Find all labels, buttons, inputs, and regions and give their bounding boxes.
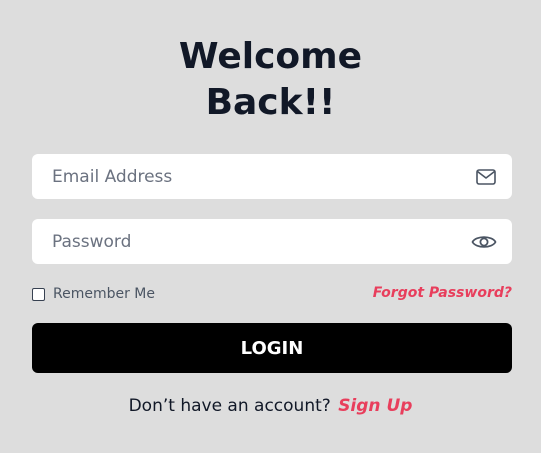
password-input[interactable] [32, 219, 512, 264]
title-line-1: Welcome [178, 36, 363, 77]
email-input[interactable] [32, 154, 512, 199]
login-button[interactable]: LOGIN [32, 323, 512, 373]
signup-prompt: Don’t have an account? [128, 396, 331, 416]
mail-icon [476, 168, 496, 185]
password-field-container [32, 219, 512, 264]
title-line-2: Back!! [205, 82, 336, 123]
sign-up-link[interactable]: Sign Up [338, 396, 412, 416]
eye-icon[interactable] [471, 233, 497, 251]
remember-me[interactable]: Remember Me [32, 284, 155, 304]
remember-label: Remember Me [53, 286, 155, 302]
email-field-container [32, 154, 512, 199]
page-title: Welcome Back!! [0, 34, 541, 126]
options-row: Remember Me Forgot Password? [32, 284, 512, 304]
forgot-password-link[interactable]: Forgot Password? [373, 285, 512, 301]
signup-row: Don’t have an account? Sign Up [0, 396, 541, 416]
login-page: Welcome Back!! Remember Me Forgot Passwo… [0, 0, 541, 453]
remember-checkbox[interactable] [32, 287, 45, 301]
